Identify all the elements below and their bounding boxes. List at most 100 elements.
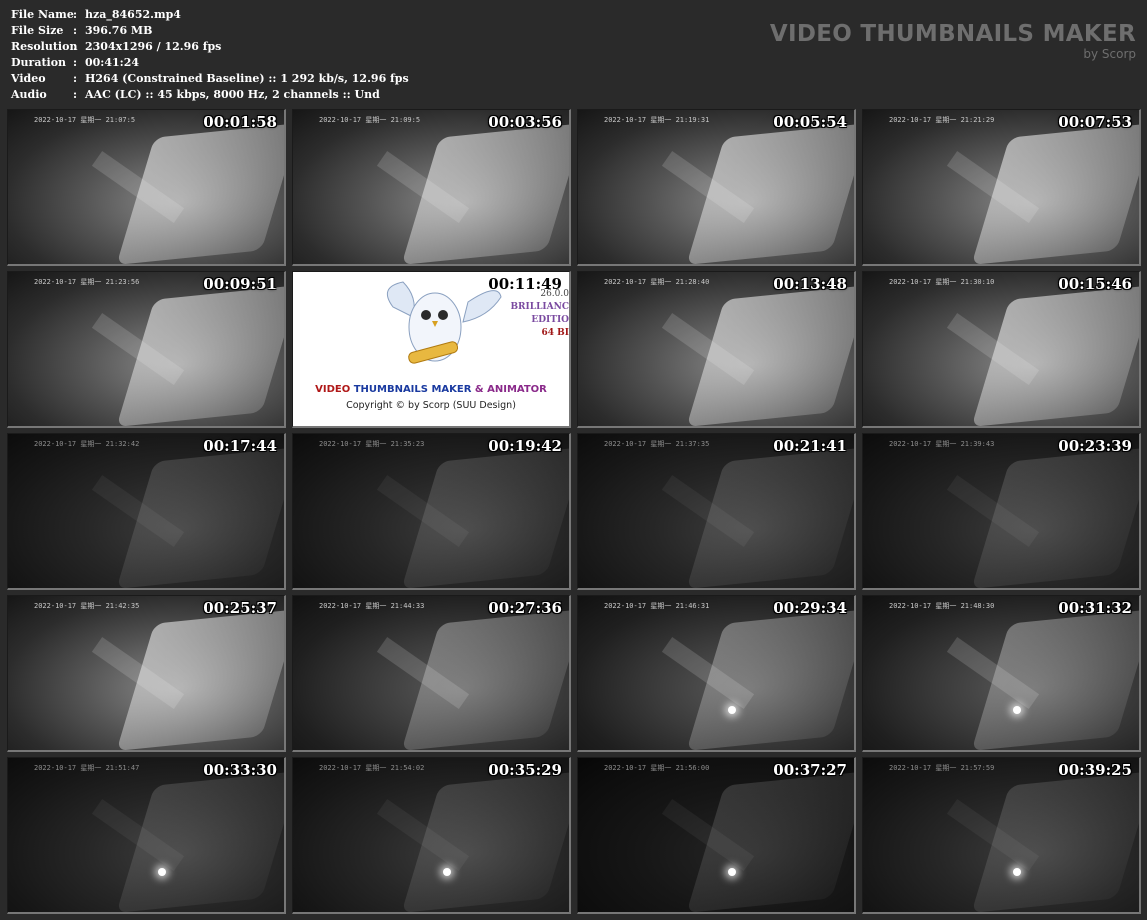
thumbnail-timecode: 00:01:58 xyxy=(203,113,277,131)
bed-shape xyxy=(971,285,1139,426)
logo-title-part2: THUMBNAILS MAKER xyxy=(353,384,472,395)
camera-timestamp: 2022-10-17 星期一 21:09:5 xyxy=(319,116,421,124)
info-key: Video xyxy=(11,72,46,85)
info-key: Resolution xyxy=(11,40,78,53)
logo-version-block: 26.0.0 BRILLIANC EDITIO 64 BI xyxy=(509,288,569,340)
thumbnail-timecode: 00:15:46 xyxy=(1058,275,1132,293)
info-separator: : xyxy=(73,88,78,101)
info-value: 2304x1296 / 12.96 fps xyxy=(85,40,222,53)
info-separator: : xyxy=(73,56,78,69)
brand-watermark: VIDEO THUMBNAILS MAKER by Scorp xyxy=(770,20,1136,60)
camera-timestamp: 2022-10-17 星期一 21:32:42 xyxy=(34,440,140,448)
video-thumbnail: 2022-10-17 星期一 21:19:31 00:05:54 xyxy=(577,109,856,266)
video-thumbnail: 2022-10-17 星期一 21:21:29 00:07:53 xyxy=(862,109,1141,266)
bed-shape xyxy=(401,771,569,912)
video-thumbnail: 2022-10-17 星期一 21:30:10 00:15:46 xyxy=(862,271,1141,428)
camera-timestamp: 2022-10-17 星期一 21:57:59 xyxy=(889,764,995,772)
lamp-light-icon xyxy=(158,868,166,876)
video-thumbnail: 2022-10-17 星期一 21:09:5 00:03:56 xyxy=(292,109,571,266)
lamp-light-icon xyxy=(443,868,451,876)
logo-edition-2: EDITIO xyxy=(531,315,569,325)
bed-shape xyxy=(116,123,284,264)
thumbnail-timecode: 00:27:36 xyxy=(488,599,562,617)
video-thumbnail: 2022-10-17 星期一 21:44:33 00:27:36 xyxy=(292,595,571,752)
info-separator: : xyxy=(73,8,78,21)
lamp-light-icon xyxy=(1013,706,1021,714)
logo-bits: 64 BI xyxy=(541,328,569,338)
logo-copyright: Copyright © by Scorp (SUU Design) xyxy=(346,400,516,411)
thumbnail-timecode: 00:25:37 xyxy=(203,599,277,617)
bed-shape xyxy=(116,447,284,588)
thumbnail-grid: 2022-10-17 星期一 21:07:5 00:01:58 2022-10-… xyxy=(7,109,1143,915)
logo-title-part1: VIDEO xyxy=(315,384,354,395)
info-value: 00:41:24 xyxy=(85,56,140,69)
thumbnail-timecode: 00:13:48 xyxy=(773,275,847,293)
bed-shape xyxy=(401,609,569,750)
thumbnail-timecode: 00:11:49 xyxy=(488,275,562,293)
info-separator: : xyxy=(73,24,78,37)
bed-shape xyxy=(686,771,854,912)
camera-timestamp: 2022-10-17 星期一 21:30:10 xyxy=(889,278,995,286)
brand-title: VIDEO THUMBNAILS MAKER xyxy=(769,21,1136,47)
info-row: Duration:00:41:24 xyxy=(11,55,409,71)
file-info-panel: File Name: hza_84652.mp4 File Size:396.76 … xyxy=(11,7,409,103)
camera-timestamp: 2022-10-17 星期一 21:51:47 xyxy=(34,764,140,772)
thumbnail-timecode: 00:23:39 xyxy=(1058,437,1132,455)
bed-shape xyxy=(686,609,854,750)
thumbnail-timecode: 00:17:44 xyxy=(203,437,277,455)
owl-logo-icon xyxy=(386,281,502,364)
thumbnail-timecode: 00:35:29 xyxy=(488,761,562,779)
video-thumbnail: 26.0.0 BRILLIANC EDITIO 64 BI VIDEO THUM… xyxy=(292,271,571,428)
lamp-light-icon xyxy=(1013,868,1021,876)
video-thumbnail: 2022-10-17 星期一 21:35:23 00:19:42 xyxy=(292,433,571,590)
camera-timestamp: 2022-10-17 星期一 21:35:23 xyxy=(319,440,425,448)
camera-timestamp: 2022-10-17 星期一 21:19:31 xyxy=(604,116,710,124)
bed-shape xyxy=(686,285,854,426)
thumbnail-timecode: 00:33:30 xyxy=(203,761,277,779)
info-row: Resolution:2304x1296 / 12.96 fps xyxy=(11,39,409,55)
bed-shape xyxy=(686,447,854,588)
camera-timestamp: 2022-10-17 星期一 21:54:02 xyxy=(319,764,425,772)
bed-shape xyxy=(401,123,569,264)
bed-shape xyxy=(971,771,1139,912)
bed-shape xyxy=(401,447,569,588)
video-thumbnail: 2022-10-17 星期一 21:39:43 00:23:39 xyxy=(862,433,1141,590)
info-row: File Name: hza_84652.mp4 xyxy=(11,7,409,23)
camera-timestamp: 2022-10-17 星期一 21:42:35 xyxy=(34,602,140,610)
thumbnail-timecode: 00:37:27 xyxy=(773,761,847,779)
thumbnail-timecode: 00:21:41 xyxy=(773,437,847,455)
thumbnail-timecode: 00:31:32 xyxy=(1058,599,1132,617)
video-thumbnail: 2022-10-17 星期一 21:07:5 00:01:58 xyxy=(7,109,286,266)
info-value: 396.76 MB xyxy=(85,24,153,37)
thumbnail-timecode: 00:05:54 xyxy=(773,113,847,131)
brand-subtitle: by Scorp xyxy=(1083,47,1136,61)
camera-timestamp: 2022-10-17 星期一 21:44:33 xyxy=(319,602,425,610)
info-separator: : xyxy=(73,40,78,53)
bed-shape xyxy=(116,609,284,750)
lamp-light-icon xyxy=(728,706,736,714)
info-separator: : xyxy=(73,72,78,85)
video-thumbnail: 2022-10-17 星期一 21:48:30 00:31:32 xyxy=(862,595,1141,752)
info-value: hza_84652.mp4 xyxy=(85,8,181,21)
thumbnail-timecode: 00:39:25 xyxy=(1058,761,1132,779)
video-thumbnail: 2022-10-17 星期一 21:37:35 00:21:41 xyxy=(577,433,856,590)
thumbnail-timecode: 00:29:34 xyxy=(773,599,847,617)
camera-timestamp: 2022-10-17 星期一 21:21:29 xyxy=(889,116,995,124)
video-thumbnail: 2022-10-17 星期一 21:54:02 00:35:29 xyxy=(292,757,571,914)
thumbnail-timecode: 00:03:56 xyxy=(488,113,562,131)
camera-timestamp: 2022-10-17 星期一 21:28:40 xyxy=(604,278,710,286)
logo-edition-1: BRILLIANC xyxy=(510,302,569,312)
lamp-light-icon xyxy=(728,868,736,876)
info-row: Video: H264 (Constrained Baseline) :: 1 2… xyxy=(11,71,409,87)
thumbnail-timecode: 00:07:53 xyxy=(1058,113,1132,131)
video-thumbnail: 2022-10-17 星期一 21:56:00 00:37:27 xyxy=(577,757,856,914)
camera-timestamp: 2022-10-17 星期一 21:48:30 xyxy=(889,602,995,610)
video-thumbnail: 2022-10-17 星期一 21:28:40 00:13:48 xyxy=(577,271,856,428)
video-thumbnail: 2022-10-17 星期一 21:32:42 00:17:44 xyxy=(7,433,286,590)
info-value: H264 (Constrained Baseline) :: 1 292 kb/… xyxy=(85,72,409,85)
bed-shape xyxy=(116,285,284,426)
logo-title: VIDEO THUMBNAILS MAKER & ANIMATOR xyxy=(293,384,569,395)
bed-shape xyxy=(686,123,854,264)
camera-timestamp: 2022-10-17 星期一 21:39:43 xyxy=(889,440,995,448)
bed-shape xyxy=(116,771,284,912)
